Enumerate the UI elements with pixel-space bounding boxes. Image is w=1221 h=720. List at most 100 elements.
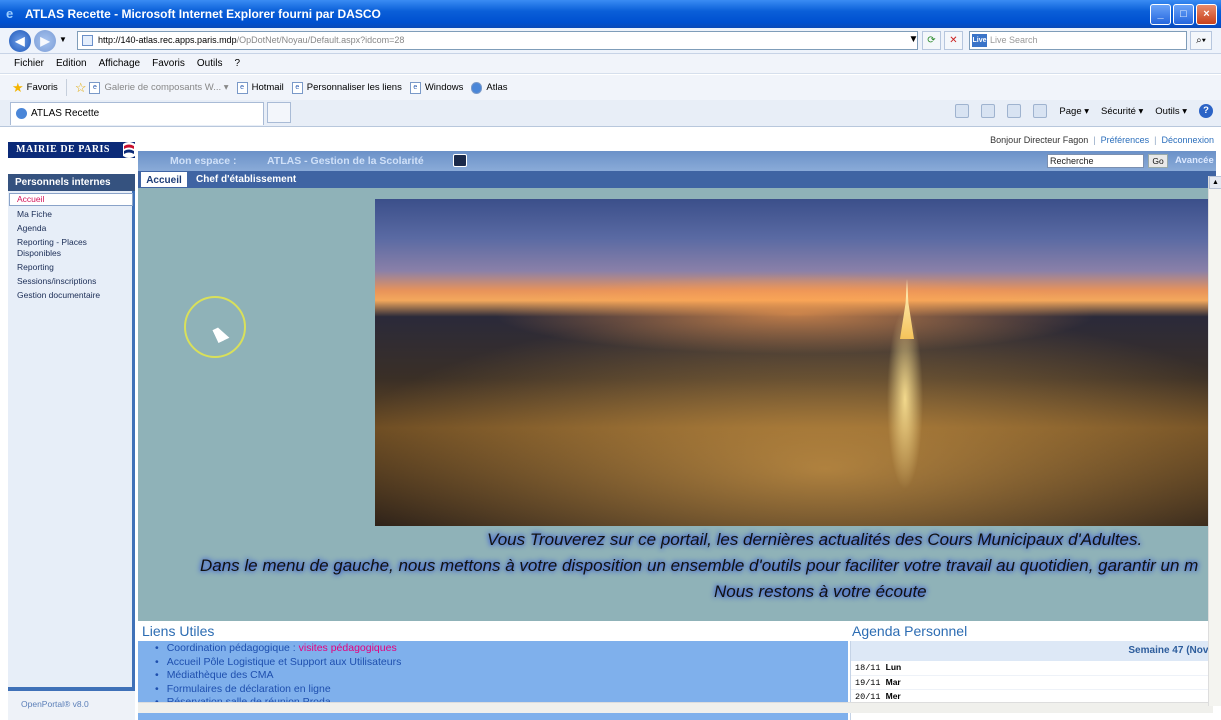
- sidebar-item-reporting-places[interactable]: Reporting - Places Disponibles: [8, 237, 108, 259]
- app-title: ATLAS - Gestion de la Scolarité: [267, 155, 424, 167]
- welcome-message-3: Nous restons à votre écoute: [714, 582, 927, 601]
- portal-version: OpenPortal® v8.0: [8, 687, 135, 720]
- sidebar-item-accueil[interactable]: Accueil: [9, 193, 133, 206]
- agenda-title: Agenda Personnel: [852, 623, 968, 639]
- fav-hotmail[interactable]: e Hotmail: [236, 81, 284, 94]
- feeds-icon[interactable]: [981, 104, 996, 118]
- portal-tabs: Accueil Chef d'établissement: [138, 171, 1216, 188]
- live-search-input[interactable]: Live Live Search: [969, 31, 1187, 50]
- sidebar-item-sessions[interactable]: Sessions/inscriptions: [8, 276, 132, 287]
- menu-outils[interactable]: Outils: [197, 58, 223, 69]
- sidebar-header: Personnels internes: [8, 174, 135, 191]
- page-icon: e: [409, 81, 421, 94]
- favorites-button[interactable]: Favoris: [27, 82, 58, 93]
- window-titlebar: e ATLAS Recette - Microsoft Internet Exp…: [0, 0, 1221, 28]
- security-menu[interactable]: Sécurité ▾: [1101, 106, 1143, 117]
- tab-accueil[interactable]: Accueil: [140, 171, 188, 188]
- print-icon[interactable]: [1033, 104, 1048, 118]
- tab-atlas-recette[interactable]: ATLAS Recette: [10, 102, 264, 125]
- fav-windows[interactable]: e Windows: [409, 81, 463, 94]
- user-links: Bonjour Directeur Fagon | Préférences | Déco…: [990, 135, 1214, 145]
- hero-section: Vous Trouverez sur ce portail, les derni…: [138, 188, 1216, 621]
- page-icon: [82, 35, 93, 46]
- link-coordination[interactable]: Coordination pédagogique : visites pédag…: [155, 642, 848, 656]
- menu-edition[interactable]: Edition: [56, 58, 87, 69]
- ie-logo-icon: e: [6, 6, 14, 21]
- paris-night-photo: [375, 199, 1216, 526]
- address-bar[interactable]: http://140-atlas.rec.apps.paris.mdp/OpDo…: [77, 31, 918, 50]
- welcome-message-1: Vous Trouverez sur ce portail, les derni…: [487, 530, 1143, 549]
- address-toolbar: ◀ ▶ ▼ http://140-atlas.rec.apps.paris.md…: [0, 28, 1221, 54]
- liens-utiles-title: Liens Utiles: [138, 621, 848, 641]
- command-bar: Page ▾ Sécurité ▾ Outils ▾ ?: [955, 104, 1213, 118]
- favorites-star-icon: ★: [12, 79, 24, 95]
- forward-button[interactable]: ▶: [34, 30, 56, 52]
- home-icon[interactable]: [955, 104, 970, 118]
- maximize-button[interactable]: □: [1173, 4, 1194, 25]
- minimize-button[interactable]: _: [1150, 4, 1171, 25]
- favorites-bar: ★ Favoris ☆ e Galerie de composants W... …: [0, 75, 1221, 100]
- history-dropdown-icon[interactable]: ▼: [59, 35, 67, 44]
- atlas-icon: [471, 81, 483, 94]
- agenda-week-header[interactable]: Semaine 47 (Nove: [851, 641, 1216, 661]
- scroll-up-icon[interactable]: ▲: [1209, 176, 1221, 189]
- link-visites-pedagogiques[interactable]: visites pédagogiques: [299, 642, 397, 654]
- search-go-button[interactable]: Go: [1148, 154, 1168, 168]
- page-menu[interactable]: Page ▾: [1059, 106, 1089, 117]
- stop-icon[interactable]: ✕: [944, 31, 963, 50]
- agenda-row[interactable]: 18/11 Lun: [851, 661, 1216, 676]
- logout-link[interactable]: Déconnexion: [1161, 135, 1214, 145]
- page-icon: e: [89, 81, 101, 94]
- page-icon: e: [236, 81, 248, 94]
- sidebar-item-ma-fiche[interactable]: Ma Fiche: [8, 209, 132, 220]
- live-search-icon: Live: [972, 34, 987, 47]
- mon-espace-label: Mon espace :: [170, 155, 237, 167]
- web-page: MAIRIE DE PARIS Bonjour Directeur Fagon |…: [5, 127, 1216, 720]
- menu-bar: Fichier Edition Affichage Favoris Outils…: [0, 54, 1221, 74]
- tab-row: ATLAS Recette Page ▾ Sécurité ▾ Outils ▾…: [0, 100, 1221, 127]
- paris-flag-icon: [123, 142, 135, 158]
- fav-atlas[interactable]: Atlas: [471, 81, 508, 94]
- new-tab-button[interactable]: [267, 102, 291, 123]
- mouse-cursor-highlight: [184, 296, 246, 358]
- welcome-message-2: Dans le menu de gauche, nous mettons à v…: [200, 556, 1199, 575]
- fav-personnaliser[interactable]: e Personnaliser les liens: [291, 81, 402, 94]
- page-icon: e: [291, 81, 303, 94]
- refresh-icon[interactable]: ⟳: [922, 31, 941, 50]
- atlas-icon: [16, 108, 27, 119]
- window-title: ATLAS Recette - Microsoft Internet Explo…: [25, 7, 381, 21]
- link-pole-logistique[interactable]: Accueil Pôle Logistique et Support aux U…: [155, 656, 848, 670]
- portal-search-input[interactable]: Recherche: [1047, 154, 1144, 168]
- menu-fichier[interactable]: Fichier: [14, 58, 44, 69]
- horizontal-scrollbar[interactable]: [138, 702, 1213, 713]
- camera-icon[interactable]: [453, 154, 467, 167]
- sidebar: Accueil Ma Fiche Agenda Reporting - Plac…: [8, 191, 135, 720]
- sidebar-item-reporting[interactable]: Reporting: [8, 262, 132, 273]
- back-button[interactable]: ◀: [9, 30, 31, 52]
- menu-affichage[interactable]: Affichage: [99, 58, 141, 69]
- mail-icon[interactable]: [1007, 104, 1022, 118]
- agenda-row[interactable]: 19/11 Mar: [851, 676, 1216, 690]
- menu-favoris[interactable]: Favoris: [152, 58, 185, 69]
- tools-menu[interactable]: Outils ▾: [1155, 106, 1187, 117]
- add-favorite-icon[interactable]: ☆: [75, 80, 87, 96]
- sidebar-item-agenda[interactable]: Agenda: [8, 223, 132, 234]
- close-button[interactable]: ×: [1196, 4, 1217, 25]
- search-go-icon[interactable]: ⌕▾: [1190, 31, 1212, 50]
- fav-galerie[interactable]: e Galerie de composants W... ▾: [89, 81, 229, 94]
- url-path: /OpDotNet/Noyau/Default.aspx?idcom=28: [236, 35, 405, 45]
- link-formulaires[interactable]: Formulaires de déclaration en ligne: [155, 683, 848, 697]
- help-icon[interactable]: ?: [1199, 104, 1213, 118]
- portal-header-band: Mon espace : ATLAS - Gestion de la Scola…: [138, 151, 1216, 171]
- link-mediatheque[interactable]: Médiathèque des CMA: [155, 669, 848, 683]
- vertical-scrollbar[interactable]: ▲: [1208, 176, 1221, 706]
- address-dropdown-icon[interactable]: ▼: [904, 31, 923, 50]
- menu-help[interactable]: ?: [234, 58, 240, 69]
- mairie-de-paris-logo: MAIRIE DE PARIS: [8, 142, 135, 158]
- advanced-search-link[interactable]: Avancée: [1175, 151, 1214, 171]
- greeting: Bonjour Directeur Fagon: [990, 135, 1089, 145]
- window-controls: _ □ ×: [1150, 4, 1217, 25]
- preferences-link[interactable]: Préférences: [1101, 135, 1150, 145]
- tab-chef-etablissement[interactable]: Chef d'établissement: [196, 171, 296, 188]
- sidebar-item-gestion-documentaire[interactable]: Gestion documentaire: [8, 290, 132, 301]
